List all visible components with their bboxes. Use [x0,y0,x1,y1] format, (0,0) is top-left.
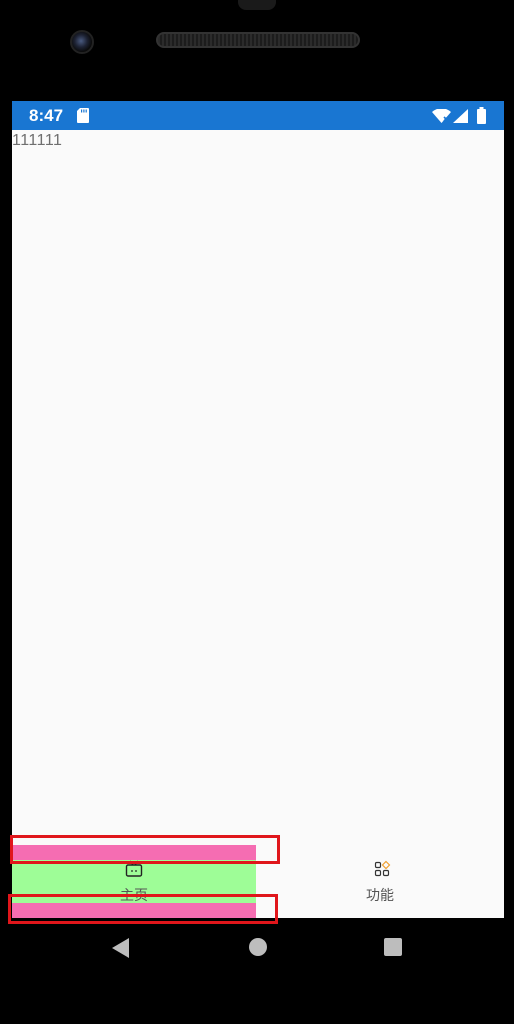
front-camera [70,30,94,54]
app-screen: 8:47 111111 主页 功能 [12,101,504,918]
annotation-box-top [10,835,280,864]
content-text: 111111 [12,132,63,149]
sd-card-icon [77,108,89,123]
grid-apps-icon [374,860,391,877]
battery-icon [477,107,486,124]
system-nav-bar [0,918,514,978]
wifi-icon [432,109,451,123]
status-bar: 8:47 [12,101,504,130]
tab-functions-label: 功能 [366,888,394,904]
phone-device: 8:47 111111 主页 功能 [0,0,514,1024]
earpiece-speaker [156,32,360,48]
home-icon[interactable] [249,938,267,956]
top-notch [238,0,276,10]
tab-functions[interactable]: 功能 [256,845,504,918]
recents-icon[interactable] [384,938,402,956]
status-time: 8:47 [29,106,64,125]
back-icon[interactable] [112,938,130,958]
cell-signal-icon [453,109,468,123]
